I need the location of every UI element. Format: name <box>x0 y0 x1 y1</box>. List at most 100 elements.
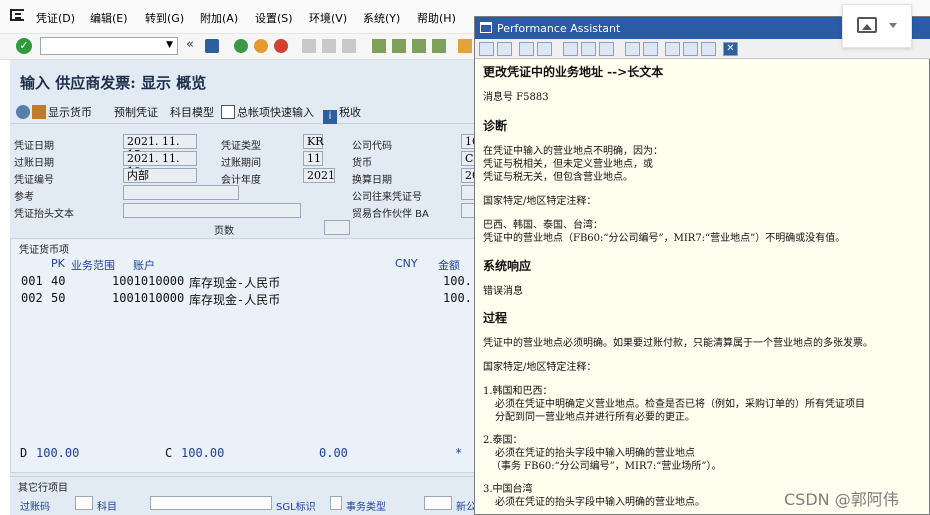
doc-date-label: 凭证日期 <box>14 141 54 152</box>
fast-entry-button[interactable]: 总帐项快速输入 <box>221 104 314 120</box>
doc-type-field[interactable]: KR <box>303 134 324 149</box>
forward-arrow-icon[interactable] <box>497 42 512 56</box>
doc-date-field[interactable]: 2021. 11. 15 <box>123 134 197 161</box>
diagnosis-text-2: 凭证与税相关，但未定义营业地点，或 <box>483 159 653 170</box>
tools-icon[interactable] <box>581 42 596 56</box>
double-chevron-left-icon[interactable]: « <box>186 37 200 52</box>
first-page-icon[interactable] <box>372 39 386 53</box>
header-text-field[interactable] <box>123 203 301 218</box>
new-company-code-label: 新公 <box>456 502 476 513</box>
notes-icon[interactable] <box>643 42 658 56</box>
col-account[interactable]: 账户 <box>133 257 155 273</box>
print-icon[interactable] <box>665 42 680 56</box>
row-pk: 50 <box>51 291 66 305</box>
fiscal-year-field[interactable]: 2021 <box>303 168 335 183</box>
command-field[interactable]: ▼ <box>40 37 178 55</box>
col-amount[interactable]: 金额 <box>438 257 460 273</box>
reference-field[interactable] <box>123 185 239 200</box>
posting-date-field[interactable]: 2021. 11. 19 <box>123 151 197 178</box>
back-icon[interactable] <box>234 39 248 53</box>
menu-environment[interactable]: 环境(V) <box>309 10 347 26</box>
page-title: 输入 供应商发票: 显示 概览 <box>20 74 207 92</box>
balance-status-mark: * <box>455 446 463 460</box>
items-table: 凭证货币项 PK 业务范围 账户 CNY 金额 001 40 100101000… <box>10 238 480 473</box>
debit-total: 100.00 <box>36 446 80 460</box>
fast-entry-label: 总帐项快速输入 <box>237 106 314 119</box>
diagnosis-title: 诊断 <box>483 119 508 133</box>
find-next-icon[interactable] <box>342 39 356 53</box>
period-field[interactable]: 11 <box>303 151 323 166</box>
edit-list-icon <box>221 105 235 119</box>
park-button[interactable]: 预制凭证 <box>114 104 158 120</box>
fiscal-year-label: 会计年度 <box>221 175 261 186</box>
account-model-button[interactable]: 科目模型 <box>170 104 214 120</box>
row-account-name: 库存现金-人民币 <box>189 293 281 307</box>
tax-button[interactable]: i 税收 <box>323 104 361 124</box>
settings-icon[interactable] <box>599 42 614 56</box>
procedure-text-2: 国家特定/地区特定注释： <box>483 362 597 373</box>
chevron-down-icon[interactable] <box>889 23 897 28</box>
procedure-item-1: 1.韩国和巴西： <box>483 386 553 397</box>
menu-goto[interactable]: 转到(G) <box>145 10 184 26</box>
diagnosis-text-1: 在凭证中输入的营业地点不明确，因为： <box>483 146 663 157</box>
cancel-icon[interactable] <box>274 39 288 53</box>
col-business-area[interactable]: 业务范围 <box>71 257 115 273</box>
enter-check-icon[interactable]: ✓ <box>16 38 32 54</box>
tax-label: 税收 <box>339 106 361 119</box>
image-widget[interactable] <box>842 4 912 48</box>
last-page-icon[interactable] <box>432 39 446 53</box>
transaction-type-label: 事务类型 <box>346 502 386 513</box>
diagnosis-text-6: 凭证中的营业地点（FB60:“分公司编号”，MIR7:“营业地点”）不明确或没有… <box>483 233 846 244</box>
procedure-item-3: 3.中国台湾 <box>483 484 533 495</box>
menu-extras[interactable]: 附加(A) <box>200 10 238 26</box>
account-input[interactable] <box>150 496 272 510</box>
pa-window-title: Performance Assistant <box>497 22 621 35</box>
menu-system[interactable]: 系统(Y) <box>363 10 400 26</box>
exit-icon[interactable] <box>254 39 268 53</box>
menu-settings[interactable]: 设置(S) <box>255 10 293 26</box>
transaction-type-input[interactable] <box>424 496 452 510</box>
home-icon[interactable] <box>519 42 534 56</box>
new-session-icon[interactable] <box>458 39 472 53</box>
col-currency[interactable]: CNY <box>395 257 418 270</box>
show-currency-button[interactable]: 显示货币 <box>16 104 92 120</box>
save-icon[interactable] <box>205 39 219 53</box>
row-amount: 100. <box>443 291 472 305</box>
close-icon[interactable]: ✕ <box>723 42 738 56</box>
menu-document[interactable]: 凭证(D) <box>36 10 75 26</box>
print-icon[interactable] <box>302 39 316 53</box>
menu-help[interactable]: 帮助(H) <box>417 10 456 26</box>
credit-label: C <box>165 446 173 460</box>
diagnosis-text-5: 巴西、韩国、泰国、台湾： <box>483 220 603 231</box>
intercompany-label: 公司往来凭证号 <box>352 192 422 203</box>
info-icon: i <box>323 110 337 124</box>
back-arrow-icon[interactable] <box>479 42 494 56</box>
sgl-input[interactable] <box>330 496 342 510</box>
tree-icon[interactable] <box>537 42 552 56</box>
doc-number-field[interactable]: 内部 <box>123 168 197 183</box>
bookmark-icon[interactable] <box>625 42 640 56</box>
find-icon[interactable] <box>322 39 336 53</box>
diagnosis-text-4: 国家特定/地区特定注释： <box>483 196 597 207</box>
procedure-text-1: 凭证中的营业地点必须明确。如果要过账付款，只能清算属于一个营业地点的多张发票。 <box>483 338 873 349</box>
copy-icon[interactable] <box>701 42 716 56</box>
app-menu-icon[interactable] <box>10 9 24 21</box>
row-number: 002 <box>21 291 43 305</box>
magnifier-icon <box>16 105 30 119</box>
message-number: 消息号 F5883 <box>483 92 549 103</box>
items-section-title: 凭证货币项 <box>19 245 69 256</box>
menu-edit[interactable]: 编辑(E) <box>90 10 128 26</box>
pa-heading: 更改凭证中的业务地址 -->长文本 <box>483 65 664 79</box>
col-pk[interactable]: PK <box>51 257 65 270</box>
export-icon[interactable] <box>683 42 698 56</box>
company-code-label: 公司代码 <box>352 141 392 152</box>
row-pk: 40 <box>51 274 66 288</box>
previous-page-icon[interactable] <box>392 39 406 53</box>
page-count-field[interactable] <box>324 220 350 235</box>
image-icon <box>857 17 877 33</box>
technical-info-icon[interactable] <box>563 42 578 56</box>
posting-key-input[interactable] <box>75 496 93 510</box>
next-page-icon[interactable] <box>412 39 426 53</box>
window-icon <box>480 22 492 33</box>
chevron-down-icon[interactable]: ▼ <box>166 40 173 50</box>
